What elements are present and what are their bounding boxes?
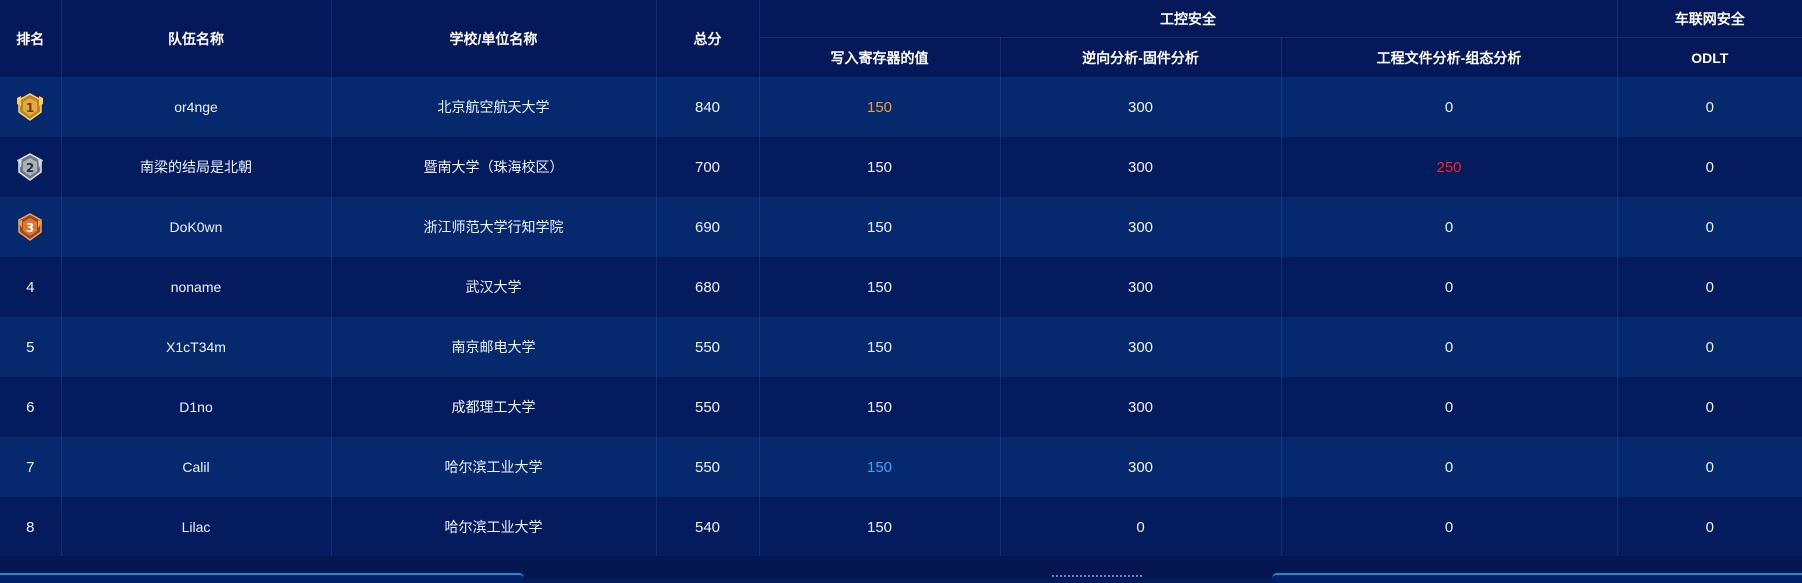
svg-text:1: 1: [26, 101, 34, 115]
bronze-medal-icon: 3: [18, 213, 43, 241]
challenge-score: 300: [1000, 137, 1282, 197]
team-name[interactable]: X1cT34m: [61, 317, 332, 377]
school-name: 浙江师范大学行知学院: [331, 197, 657, 257]
challenge-score: 150: [759, 197, 1001, 257]
challenge-score: 150: [759, 137, 1001, 197]
school-name: 哈尔滨工业大学: [331, 497, 657, 557]
scoreboard-header: 排名 队伍名称 学校/单位名称 总分 工控安全 车联网安全 写入寄存器的值 逆向…: [0, 0, 1802, 77]
school-name: 北京航空航天大学: [331, 77, 657, 137]
total-score: 550: [656, 317, 760, 377]
challenge-score: 0: [1281, 77, 1618, 137]
challenge-header[interactable]: 写入寄存器的值: [759, 37, 1001, 77]
challenge-header[interactable]: 工程文件分析-组态分析: [1281, 37, 1618, 77]
table-row: 6 D1no 成都理工大学 550 150 300 0 0: [0, 377, 1802, 437]
team-name[interactable]: 南梁的结局是北朝: [61, 137, 332, 197]
challenge-score: 0: [1617, 437, 1802, 497]
challenge-score: 0: [1617, 257, 1802, 317]
total-score: 540: [656, 497, 760, 557]
challenge-score: 0: [1281, 317, 1618, 377]
svg-text:3: 3: [26, 221, 34, 235]
team-name[interactable]: D1no: [61, 377, 332, 437]
challenge-header[interactable]: 逆向分析-固件分析: [1000, 37, 1282, 77]
challenge-score: 300: [1000, 257, 1282, 317]
challenge-score: 0: [1617, 197, 1802, 257]
team-name[interactable]: Lilac: [61, 497, 332, 557]
table-row: 2 南梁的结局是北朝 暨南大学（珠海校区） 700 150 300 250 0: [0, 137, 1802, 197]
challenge-score: 150: [759, 497, 1001, 557]
total-score: 690: [656, 197, 760, 257]
challenge-score: 0: [1281, 197, 1618, 257]
table-row: 3 DoK0wn 浙江师范大学行知学院 690 150 300 0 0: [0, 197, 1802, 257]
challenge-score: 150: [759, 377, 1001, 437]
school-name: 哈尔滨工业大学: [331, 437, 657, 497]
svg-text:2: 2: [26, 161, 34, 175]
iov-group-header: 车联网安全: [1617, 0, 1802, 38]
challenge-score: 150: [759, 437, 1001, 497]
rank-cell: 3: [0, 197, 62, 257]
challenge-score: 0: [1617, 497, 1802, 557]
rank-cell: 5: [0, 317, 62, 377]
team-name[interactable]: noname: [61, 257, 332, 317]
school-name: 武汉大学: [331, 257, 657, 317]
total-score: 550: [656, 437, 760, 497]
scoreboard-body: 1 or4nge 北京航空航天大学 840 150 300 0 0 2 南梁的结…: [0, 77, 1802, 557]
scoreboard-table: 排名 队伍名称 学校/单位名称 总分 工控安全 车联网安全 写入寄存器的值 逆向…: [0, 0, 1802, 557]
challenge-score: 0: [1000, 497, 1282, 557]
challenge-score: 150: [759, 77, 1001, 137]
total-score: 700: [656, 137, 760, 197]
pager-bar-left[interactable]: [0, 573, 524, 583]
table-row: 5 X1cT34m 南京邮电大学 550 150 300 0 0: [0, 317, 1802, 377]
total-score: 550: [656, 377, 760, 437]
challenge-score: 300: [1000, 317, 1282, 377]
team-name[interactable]: or4nge: [61, 77, 332, 137]
total-header[interactable]: 总分: [656, 0, 760, 77]
challenge-score: 0: [1617, 317, 1802, 377]
rank-cell: 6: [0, 377, 62, 437]
ics-group-header: 工控安全: [759, 0, 1618, 38]
challenge-score: 0: [1281, 377, 1618, 437]
table-row: 4 noname 武汉大学 680 150 300 0 0: [0, 257, 1802, 317]
challenge-score: 0: [1281, 257, 1618, 317]
rank-cell: 2: [0, 137, 62, 197]
table-row: 7 Calil 哈尔滨工业大学 550 150 300 0 0: [0, 437, 1802, 497]
school-name: 暨南大学（珠海校区）: [331, 137, 657, 197]
challenge-score: 300: [1000, 377, 1282, 437]
table-row: 1 or4nge 北京航空航天大学 840 150 300 0 0: [0, 77, 1802, 137]
challenge-score: 0: [1617, 137, 1802, 197]
rank-header[interactable]: 排名: [0, 0, 62, 77]
challenge-score: 0: [1617, 377, 1802, 437]
challenge-score: 0: [1281, 497, 1618, 557]
challenge-score: 150: [759, 317, 1001, 377]
school-name: 南京邮电大学: [331, 317, 657, 377]
team-name[interactable]: Calil: [61, 437, 332, 497]
challenge-score: 0: [1281, 437, 1618, 497]
challenge-score: 0: [1617, 77, 1802, 137]
school-header[interactable]: 学校/单位名称: [331, 0, 657, 77]
rank-cell: 1: [0, 77, 62, 137]
silver-medal-icon: 2: [17, 153, 44, 181]
total-score: 680: [656, 257, 760, 317]
challenge-header[interactable]: ODLT: [1617, 37, 1802, 77]
rank-cell: 4: [0, 257, 62, 317]
challenge-score: 150: [759, 257, 1001, 317]
pager-bar-right[interactable]: [1272, 573, 1802, 583]
rank-cell: 8: [0, 497, 62, 557]
team-header[interactable]: 队伍名称: [61, 0, 332, 77]
school-name: 成都理工大学: [331, 377, 657, 437]
challenge-score: 300: [1000, 437, 1282, 497]
challenge-score: 250: [1281, 137, 1618, 197]
table-row: 8 Lilac 哈尔滨工业大学 540 150 0 0 0: [0, 497, 1802, 557]
rank-cell: 7: [0, 437, 62, 497]
team-name[interactable]: DoK0wn: [61, 197, 332, 257]
challenge-score: 300: [1000, 197, 1282, 257]
total-score: 840: [656, 77, 760, 137]
challenge-score: 300: [1000, 77, 1282, 137]
pager-dots: [1052, 575, 1142, 580]
gold-medal-icon: 1: [17, 93, 44, 121]
